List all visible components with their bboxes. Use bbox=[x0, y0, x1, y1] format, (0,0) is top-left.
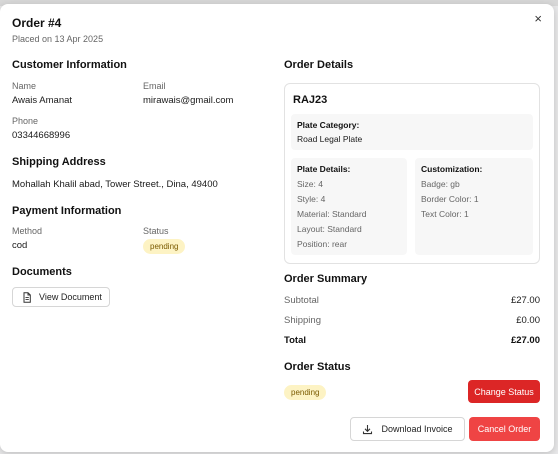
close-icon[interactable]: × bbox=[534, 12, 542, 25]
phone-value: 03344668996 bbox=[12, 130, 71, 141]
order-details-heading: Order Details bbox=[284, 59, 354, 71]
total-label: Total bbox=[284, 335, 306, 346]
shipping-row: Shipping £0.00 bbox=[284, 315, 540, 326]
plate-detail-material: Material: Standard bbox=[297, 209, 367, 219]
shipping-cost-value: £0.00 bbox=[516, 315, 540, 326]
plate-detail-position: Position: rear bbox=[297, 239, 348, 249]
modal-title: Order #4 bbox=[12, 16, 62, 30]
plate-category-box: Plate Category: Road Legal Plate bbox=[291, 114, 533, 150]
payment-heading: Payment Information bbox=[12, 205, 122, 217]
name-value: Awais Amanat bbox=[12, 95, 73, 106]
customization-title: Customization: bbox=[421, 164, 483, 174]
total-value: £27.00 bbox=[510, 335, 540, 346]
download-invoice-button[interactable]: Download Invoice bbox=[350, 417, 465, 441]
payment-status-badge: pending bbox=[143, 239, 186, 254]
total-row: Total £27.00 bbox=[284, 335, 540, 346]
plate-category-title: Plate Category: bbox=[297, 120, 360, 130]
view-document-label: View Document bbox=[39, 292, 102, 302]
phone-label: Phone bbox=[12, 116, 39, 126]
payment-status-label: Status bbox=[143, 226, 169, 236]
change-status-button[interactable]: Change Status bbox=[468, 380, 540, 403]
name-label: Name bbox=[12, 81, 37, 91]
shipping-cost-label: Shipping bbox=[284, 315, 321, 326]
subtotal-label: Subtotal bbox=[284, 295, 319, 306]
email-label: Email bbox=[143, 81, 166, 91]
plate-detail-layout: Layout: Standard bbox=[297, 224, 362, 234]
cancel-order-button[interactable]: Cancel Order bbox=[469, 417, 540, 441]
plate-number: RAJ23 bbox=[293, 94, 328, 106]
order-status-heading: Order Status bbox=[284, 361, 351, 373]
customization-box: Customization: Badge: gb Border Color: 1… bbox=[415, 158, 533, 255]
shipping-heading: Shipping Address bbox=[12, 156, 106, 168]
plate-category-value: Road Legal Plate bbox=[297, 134, 363, 144]
order-details-card: RAJ23 Plate Category: Road Legal Plate P… bbox=[284, 83, 540, 264]
placed-date: Placed on 13 Apr 2025 bbox=[12, 34, 104, 44]
method-value: cod bbox=[12, 240, 28, 251]
order-modal: × Order #4 Placed on 13 Apr 2025 Custome… bbox=[0, 4, 554, 452]
customer-heading: Customer Information bbox=[12, 59, 127, 71]
plate-details-box: Plate Details: Size: 4 Style: 4 Material… bbox=[291, 158, 407, 255]
order-status-badge: pending bbox=[284, 385, 327, 400]
plate-detail-style: Style: 4 bbox=[297, 194, 326, 204]
file-icon bbox=[22, 291, 32, 303]
order-summary-heading: Order Summary bbox=[284, 273, 368, 285]
custom-border-color: Border Color: 1 bbox=[421, 194, 479, 204]
download-invoice-label: Download Invoice bbox=[381, 424, 453, 434]
custom-text-color: Text Color: 1 bbox=[421, 209, 469, 219]
documents-heading: Documents bbox=[12, 266, 72, 278]
subtotal-row: Subtotal £27.00 bbox=[284, 295, 540, 306]
subtotal-value: £27.00 bbox=[510, 295, 540, 306]
method-label: Method bbox=[12, 226, 43, 236]
custom-badge: Badge: gb bbox=[421, 179, 460, 189]
download-icon bbox=[362, 424, 373, 435]
plate-details-title: Plate Details: bbox=[297, 164, 351, 174]
view-document-button[interactable]: View Document bbox=[12, 287, 110, 307]
shipping-address: Mohallah Khalil abad, Tower Street., Din… bbox=[12, 179, 218, 190]
plate-detail-size: Size: 4 bbox=[297, 179, 323, 189]
email-value: mirawais@gmail.com bbox=[143, 95, 234, 106]
